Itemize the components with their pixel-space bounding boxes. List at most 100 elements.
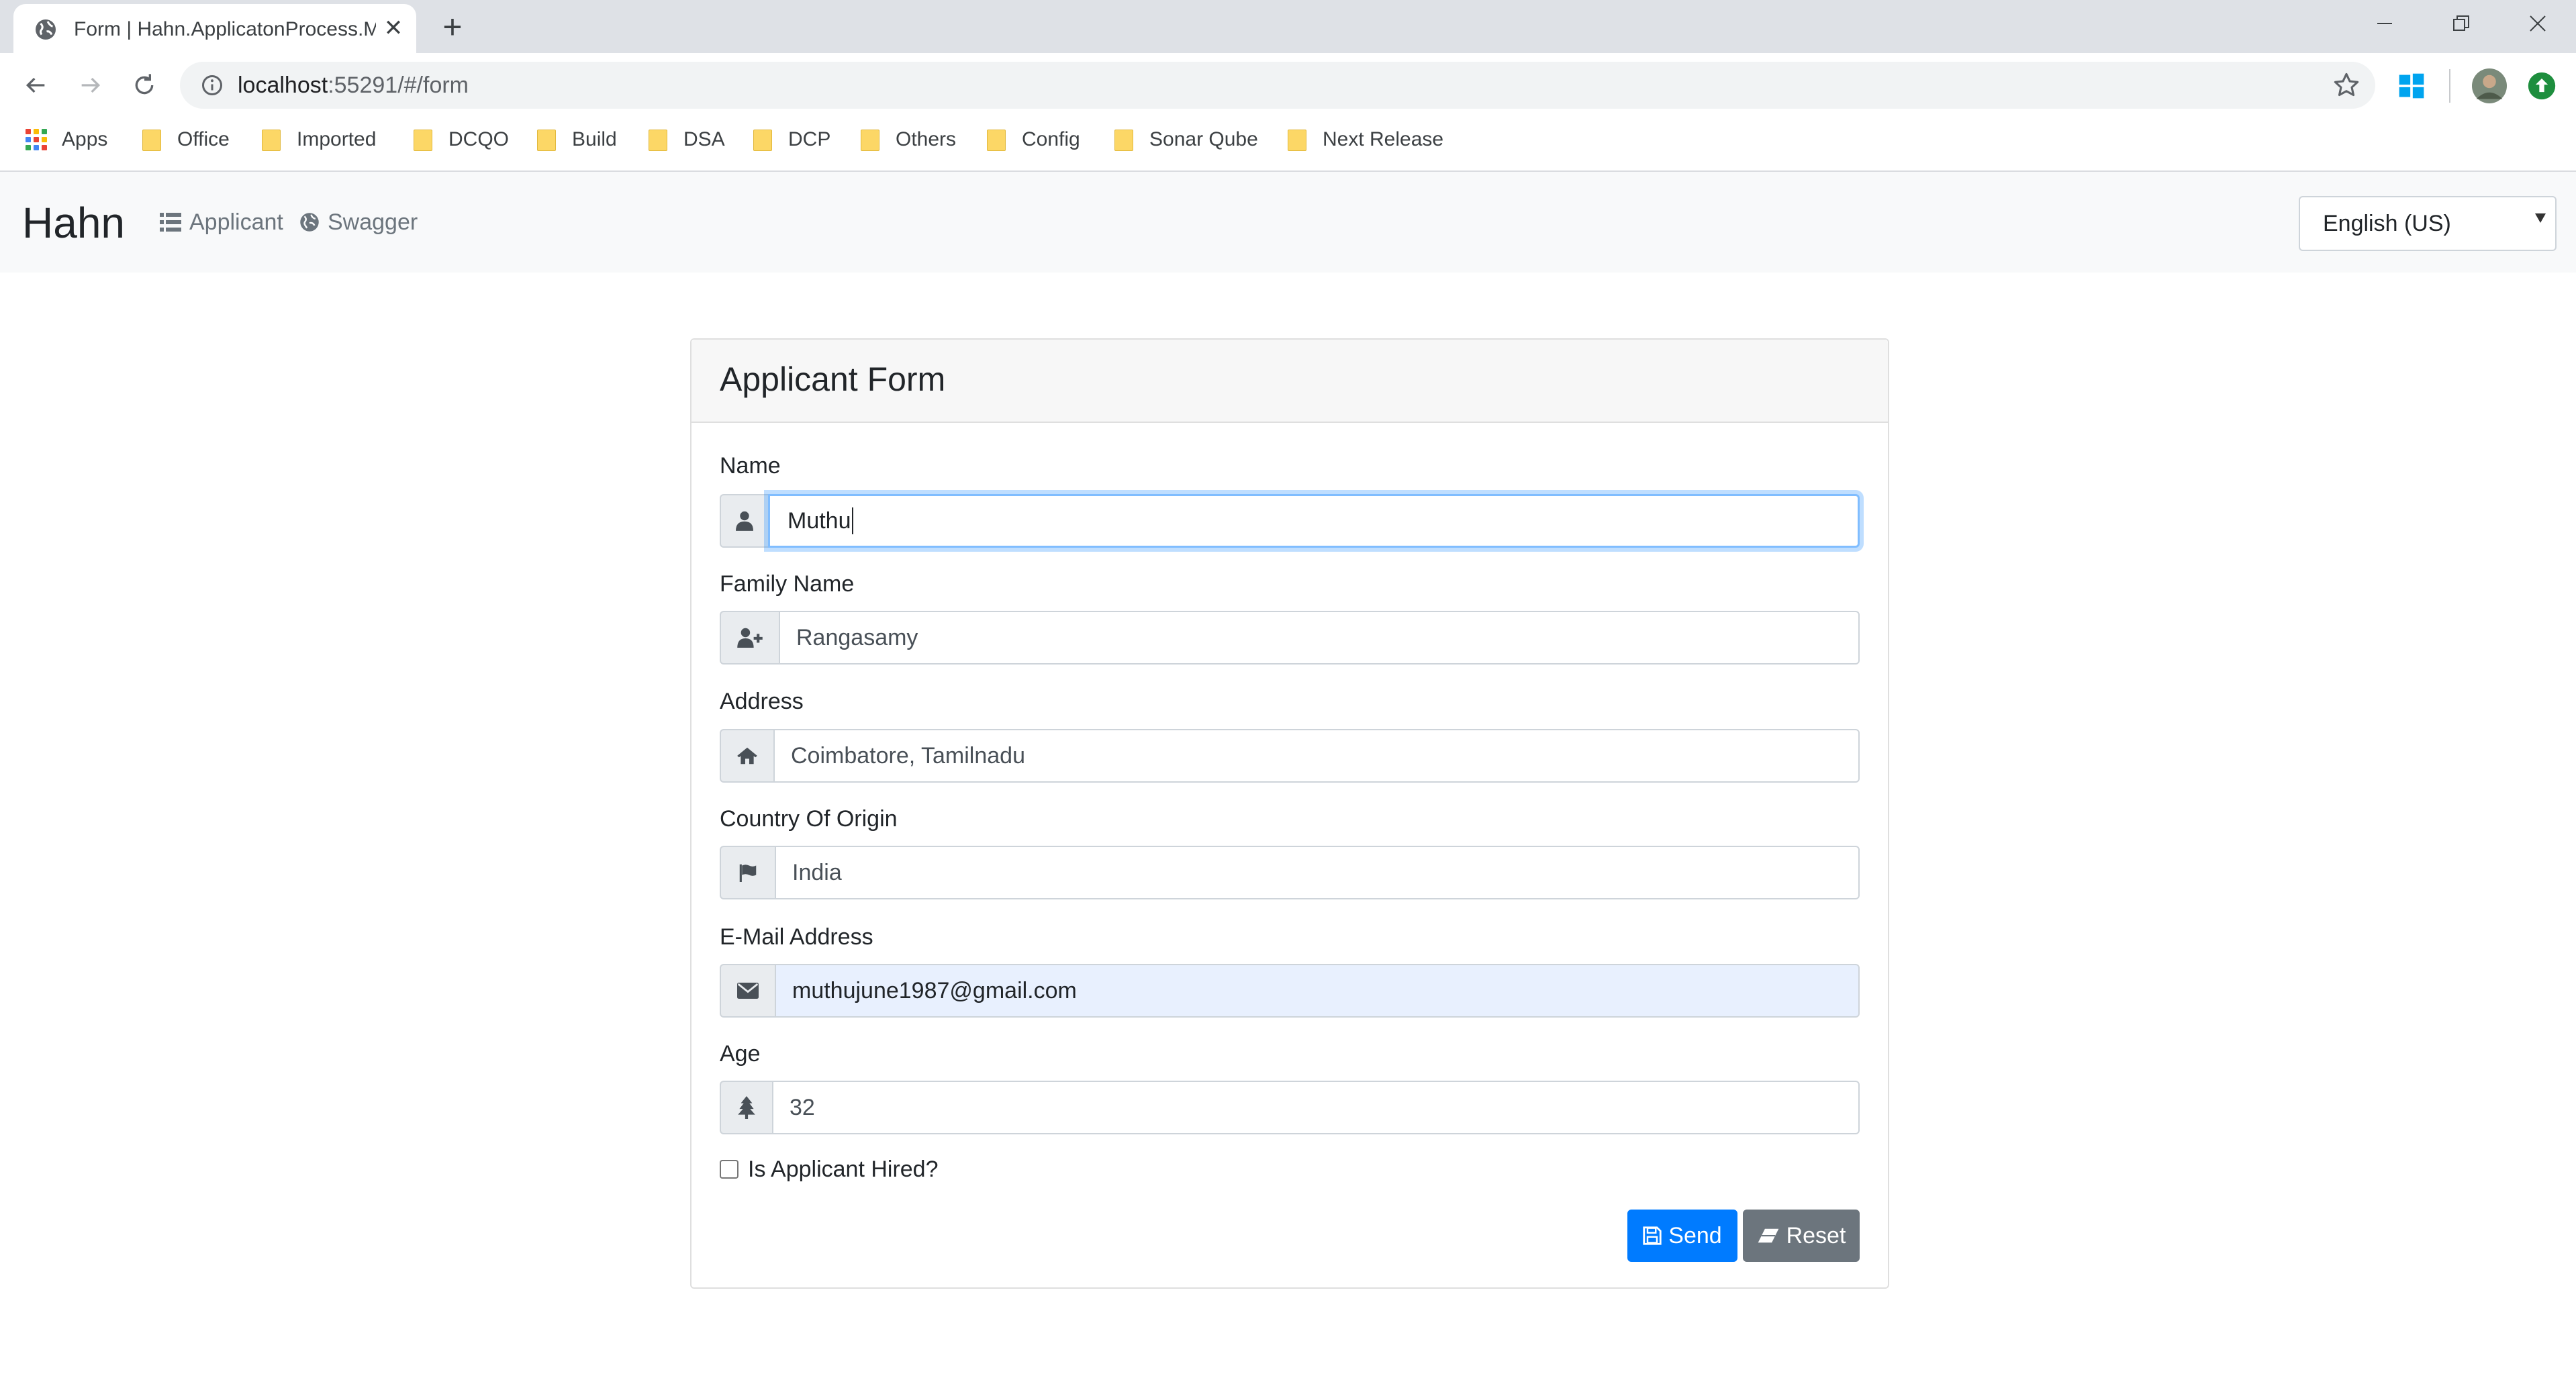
url-text: localhost:55291/#/form [238,73,469,97]
form-title: Applicant Form [720,360,946,398]
bookmark-label: DCQO [448,128,509,150]
folder-icon [1114,130,1133,151]
bookmark-dcqo[interactable]: DCQO [414,121,509,158]
bookmark-sonar-qube[interactable]: Sonar Qube [1114,121,1258,158]
name-input[interactable]: Muthu [768,494,1860,548]
bookmark-imported[interactable]: Imported [262,121,376,158]
bookmark-label: Apps [62,128,108,150]
bookmark-label: Sonar Qube [1149,128,1258,150]
nav-link-applicant[interactable]: Applicant [160,205,283,239]
folder-icon [649,130,667,151]
apps-grid-icon [26,129,47,150]
tab-title: Form | Hahn.ApplicatonProcess.M [74,18,376,40]
folder-icon [987,130,1006,151]
windows-extension-icon[interactable] [2397,71,2426,101]
bookmark-label: Office [177,128,230,150]
reload-icon[interactable] [129,70,160,101]
hired-checkbox-label: Is Applicant Hired? [748,1156,939,1182]
restore-icon[interactable] [2441,7,2481,40]
tab-close-icon[interactable]: ✕ [381,16,406,40]
bookmark-dcp[interactable]: DCP [753,121,830,158]
bookmark-next-release[interactable]: Next Release [1288,121,1443,158]
folder-icon [1288,130,1306,151]
home-icon [720,729,775,783]
close-window-icon[interactable] [2518,7,2558,40]
list-icon [160,213,181,232]
new-tab-icon[interactable]: + [438,10,467,44]
profile-avatar[interactable] [2472,68,2507,103]
reset-button-label: Reset [1786,1222,1846,1248]
hired-checkbox-row[interactable]: Is Applicant Hired? [720,1156,939,1183]
address-input[interactable]: Coimbatore, Tamilnadu [773,729,1860,783]
bookmark-star-icon[interactable] [2332,71,2360,99]
send-button[interactable]: Send [1627,1210,1737,1262]
url-host: localhost [238,72,328,98]
toolbar-separator [2449,69,2450,103]
back-icon[interactable] [20,70,51,101]
user-icon [720,494,769,548]
folder-icon [537,130,556,151]
bookmark-dsa[interactable]: DSA [649,121,725,158]
email-label: E-Mail Address [720,924,873,950]
app-navbar: Hahn Applicant Swagger English (US) [0,172,2576,273]
user-plus-icon [720,611,780,665]
browser-tab[interactable]: Form | Hahn.ApplicatonProcess.M ✕ [13,4,416,53]
bookmark-label: Others [896,128,957,150]
age-input[interactable]: 32 [772,1081,1860,1134]
globe-favicon-icon [36,19,56,40]
text-cursor [851,507,853,534]
language-select-value: English (US) [2323,210,2451,236]
bookmark-office[interactable]: Office [142,121,230,158]
bookmark-label: DCP [788,128,831,150]
bookmark-label: DSA [683,128,725,150]
update-icon[interactable] [2527,71,2557,101]
tree-icon [720,1081,773,1134]
bookmark-label: Imported [297,128,377,150]
eraser-icon [1758,1228,1778,1243]
url-path: :55291/#/form [328,72,469,98]
email-input[interactable]: muthujune1987@gmail.com [775,964,1860,1018]
family-name-label: Family Name [720,571,855,597]
age-input-group: 32 [720,1081,1860,1134]
bookmark-label: Build [572,128,617,150]
send-button-label: Send [1668,1222,1722,1248]
minimize-icon[interactable] [2365,7,2405,40]
nav-link-label: Applicant [189,209,283,235]
bookmarks-bar: Apps Office Imported DCQO Build DSA DCP … [0,121,2576,158]
reset-button[interactable]: Reset [1743,1210,1860,1262]
applicant-form-card: Applicant Form Name Muthu Family Name Ra… [690,338,1889,1289]
bookmark-build[interactable]: Build [537,121,617,158]
family-name-input[interactable]: Rangasamy [779,611,1860,665]
folder-icon [262,130,281,151]
folder-icon [861,130,879,151]
folder-icon [142,130,161,151]
country-input[interactable]: India [775,846,1860,899]
globe-icon [300,213,319,232]
email-input-group: muthujune1987@gmail.com [720,964,1860,1018]
age-label: Age [720,1041,761,1067]
hired-checkbox[interactable] [720,1160,738,1179]
language-select[interactable]: English (US) [2299,196,2557,251]
country-input-group: India [720,846,1860,899]
bookmark-config[interactable]: Config [987,121,1080,158]
name-input-value: Muthu [788,507,851,534]
brand-title[interactable]: Hahn [22,196,125,250]
bookmark-apps[interactable]: Apps [26,121,107,158]
address-bar[interactable]: localhost:55291/#/form [180,62,2375,109]
folder-icon [414,130,432,151]
chevron-down-icon [2535,213,2546,223]
address-label: Address [720,689,804,714]
bookmark-label: Config [1022,128,1080,150]
card-header: Applicant Form [691,340,1888,423]
envelope-icon [720,964,776,1018]
name-input-group: Muthu [720,494,1860,548]
name-label: Name [720,453,781,479]
folder-icon [753,130,772,151]
nav-link-swagger[interactable]: Swagger [299,205,418,239]
info-icon[interactable] [200,73,224,97]
flag-icon [720,846,776,899]
bookmark-others[interactable]: Others [861,121,956,158]
forward-icon[interactable] [75,70,106,101]
bookmark-label: Next Release [1323,128,1444,150]
save-icon [1643,1226,1662,1245]
